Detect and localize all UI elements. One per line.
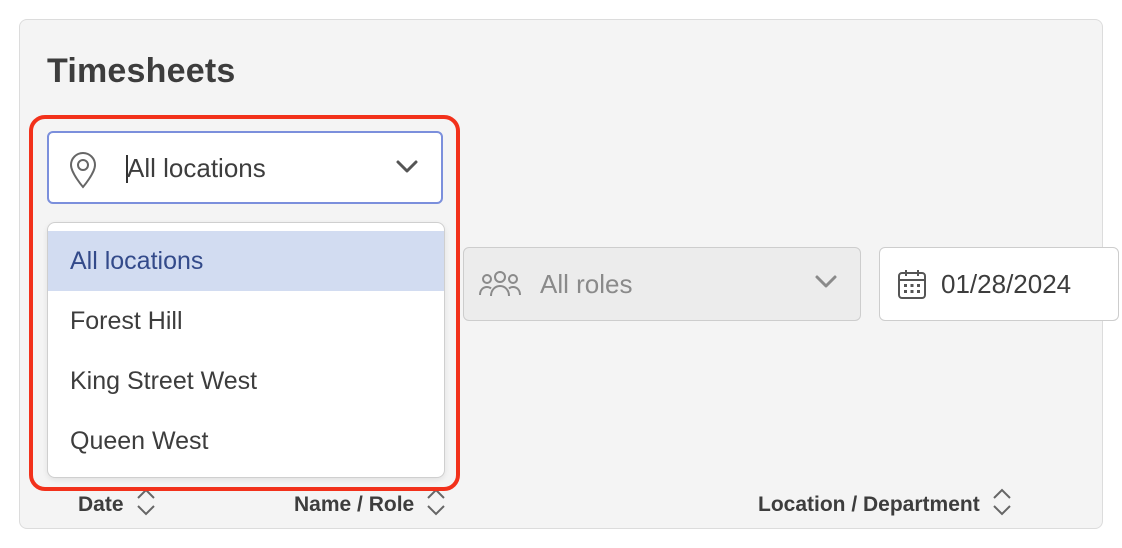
chevron-down-icon bbox=[395, 159, 419, 180]
location-select[interactable]: All locations bbox=[47, 131, 443, 204]
column-header-label: Name / Role bbox=[294, 493, 415, 516]
roles-select[interactable]: All roles bbox=[463, 247, 861, 321]
column-header-date[interactable]: Date bbox=[78, 487, 156, 523]
location-option-king-street-west[interactable]: King Street West bbox=[48, 351, 444, 411]
location-option-queen-west[interactable]: Queen West bbox=[48, 411, 444, 471]
column-header-label: Date bbox=[78, 493, 124, 516]
page-title: Timesheets bbox=[47, 52, 236, 90]
date-value: 01/28/2024 bbox=[941, 269, 1072, 299]
location-option-forest-hill[interactable]: Forest Hill bbox=[48, 291, 444, 351]
roles-select-value: All roles bbox=[540, 269, 633, 299]
column-header-name-role[interactable]: Name / Role bbox=[294, 487, 446, 523]
column-header-label: Location / Department bbox=[758, 493, 980, 516]
chevron-down-icon bbox=[814, 274, 838, 295]
column-header-location-department[interactable]: Location / Department bbox=[758, 487, 1012, 523]
sort-icon bbox=[136, 487, 156, 523]
location-option-all-locations[interactable]: All locations bbox=[48, 231, 444, 291]
calendar-icon bbox=[897, 268, 927, 305]
location-dropdown-menu: All locations Forest Hill King Street We… bbox=[47, 222, 445, 478]
sort-icon bbox=[426, 487, 446, 523]
location-select-value[interactable]: All locations bbox=[127, 153, 266, 184]
sort-icon bbox=[992, 487, 1012, 523]
date-picker-field[interactable]: 01/28/2024 bbox=[879, 247, 1119, 321]
location-pin-icon bbox=[68, 151, 98, 194]
people-icon bbox=[479, 268, 521, 305]
